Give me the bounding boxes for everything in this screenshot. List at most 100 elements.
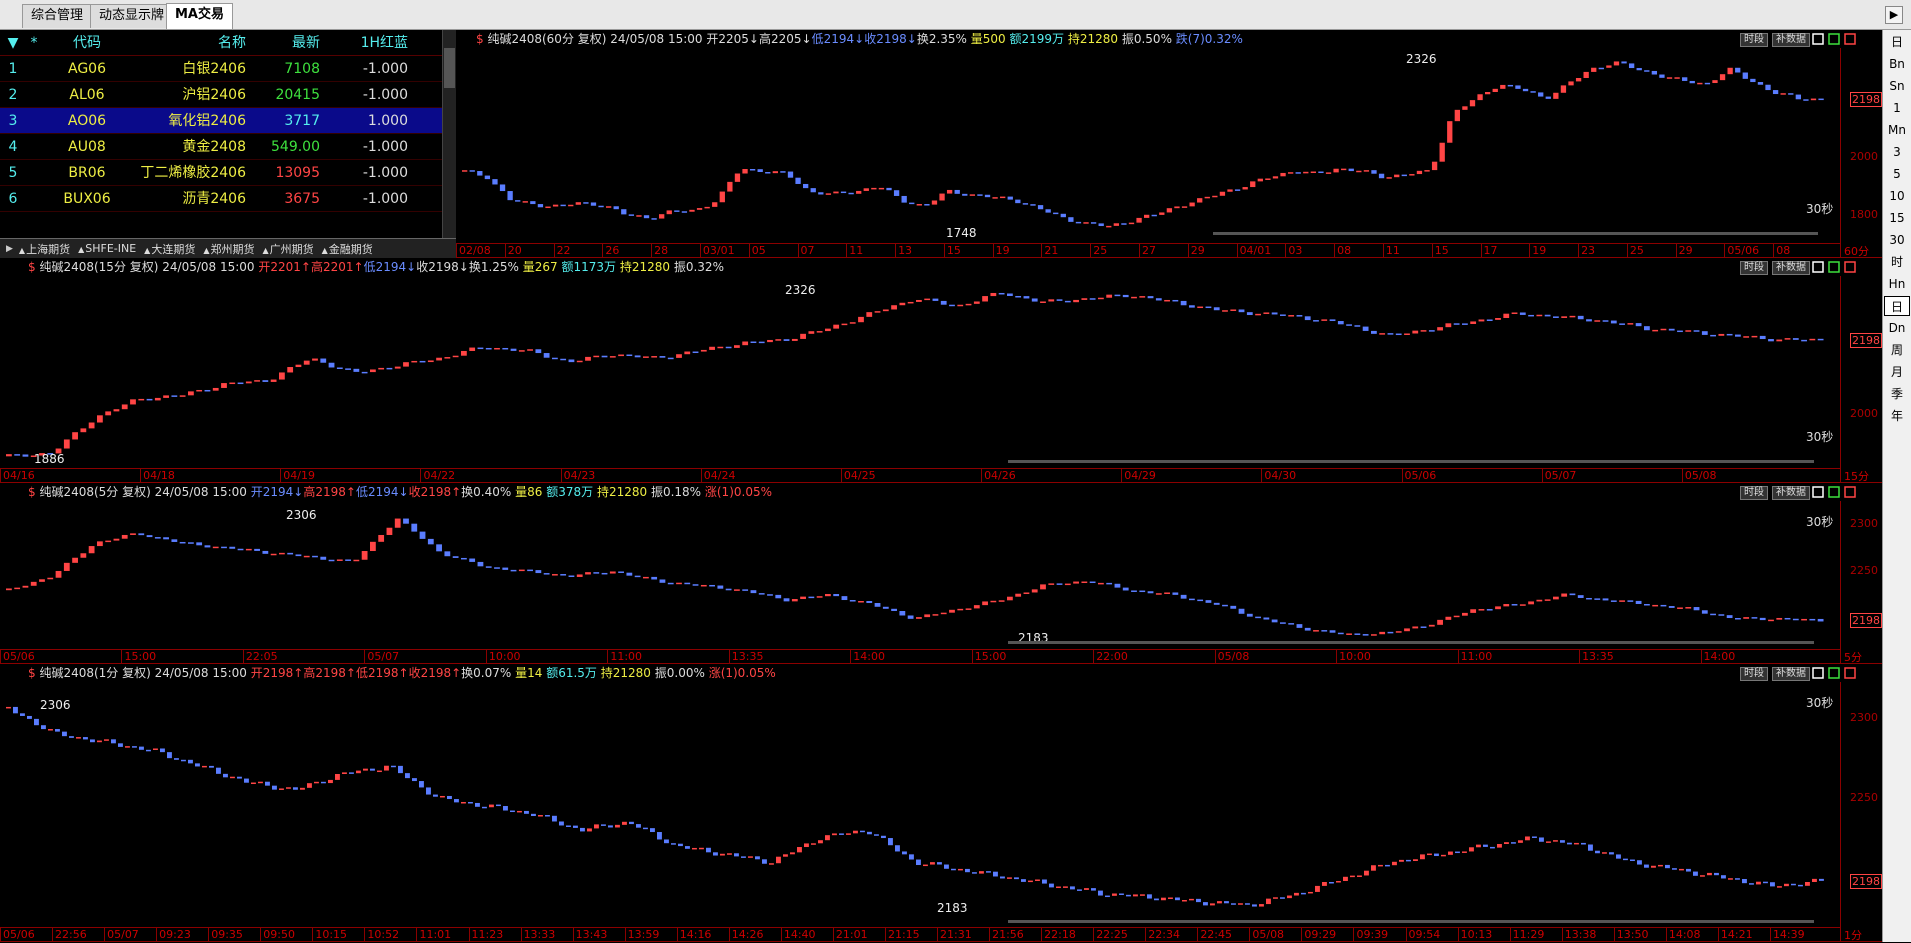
scroll-indicator[interactable] (1007, 460, 1814, 463)
table-row[interactable]: 5 BR06 丁二烯橡胶2406 13095 -1.000 (0, 160, 455, 186)
candlestick-chart[interactable] (456, 30, 1832, 258)
candle (1060, 213, 1066, 218)
candle (146, 749, 151, 752)
period-button-9[interactable]: 30 (1884, 230, 1910, 250)
candle (742, 169, 748, 174)
period-button-11[interactable]: Hn (1884, 274, 1910, 294)
candle (1203, 902, 1208, 906)
period-button-10[interactable]: 时 (1884, 252, 1910, 272)
header-latest[interactable]: 最新 (250, 30, 324, 55)
candle (295, 364, 302, 368)
candlestick-chart[interactable] (0, 664, 1832, 942)
candle (1280, 622, 1286, 624)
close-icon[interactable] (1844, 261, 1856, 273)
candle (345, 559, 351, 561)
quote-scrollbar[interactable] (442, 30, 456, 238)
period-button-6[interactable]: 5 (1884, 164, 1910, 184)
candlestick-chart[interactable] (0, 258, 1832, 483)
scroll-indicator[interactable] (1007, 641, 1814, 644)
candle (419, 781, 424, 788)
scroll-indicator[interactable] (1212, 232, 1819, 235)
period-button-17[interactable]: 年 (1884, 406, 1910, 426)
candle (965, 608, 972, 610)
header-name[interactable]: 名称 (132, 30, 250, 55)
time-tick: 22:56 (52, 928, 87, 942)
candle (1406, 859, 1411, 862)
kline-panel-1[interactable]: $ 纯碱2408(15分 复权) 24/05/08 15:00 开2201↑高2… (0, 258, 1882, 483)
row-code: AG06 (68, 61, 106, 77)
candle (891, 305, 897, 310)
market-tabs-arrow-icon[interactable]: ▶ (6, 244, 13, 254)
market-tab-4[interactable]: 广州期货 (262, 241, 314, 257)
header-code[interactable]: 代码 (42, 30, 132, 55)
period-button-12[interactable]: 日 (1884, 296, 1910, 316)
kline-panel-2[interactable]: $ 纯碱2408(5分 复权) 24/05/08 15:00 开2194↓高21… (0, 483, 1882, 664)
period-button-1[interactable]: Bn (1884, 54, 1910, 74)
candle (1378, 173, 1385, 179)
time-tick: 08 (1773, 244, 1790, 258)
period-button-2[interactable]: Sn (1884, 76, 1910, 96)
candle (1030, 204, 1036, 206)
candle (783, 854, 788, 857)
market-tab-1[interactable]: SHFE-INE (78, 242, 136, 255)
candle (1189, 202, 1195, 207)
candle (1296, 315, 1303, 317)
candle (1809, 338, 1816, 341)
period-button-7[interactable]: 10 (1884, 186, 1910, 206)
table-row[interactable]: 2 AL06 沪铝2406 20415 -1.000 (0, 82, 455, 108)
close-icon[interactable] (1844, 667, 1856, 679)
candle (1172, 592, 1179, 595)
candle (1245, 903, 1250, 905)
period-button-8[interactable]: 15 (1884, 208, 1910, 228)
candle (212, 546, 219, 549)
scroll-indicator[interactable] (1007, 920, 1814, 923)
tab-scroll-right-icon[interactable]: ▶ (1885, 6, 1903, 24)
period-button-5[interactable]: 3 (1884, 142, 1910, 162)
candle (840, 191, 847, 194)
period-button-3[interactable]: 1 (1884, 98, 1910, 118)
candle (700, 584, 707, 587)
period-button-0[interactable]: 日 (1884, 32, 1910, 52)
table-row[interactable]: 6 BUX06 沥青2406 3675 -1.000 (0, 186, 455, 212)
header-1h-indicator[interactable]: 1H红蓝 (324, 30, 416, 55)
market-tab-2[interactable]: 大连期货 (144, 241, 195, 257)
table-row[interactable]: 4 AU08 黄金2408 549.00 -1.000 (0, 134, 455, 160)
period-button-4[interactable]: Mn (1884, 120, 1910, 140)
header-star[interactable]: * (26, 30, 42, 55)
candle (6, 588, 12, 591)
candle (957, 608, 964, 611)
candle (1666, 77, 1673, 79)
market-tab-3[interactable]: 郑州期货 (203, 241, 254, 257)
table-row[interactable]: 3 AO06 氧化铝2406 3717 1.000 (0, 108, 455, 134)
candlestick-chart[interactable] (0, 483, 1832, 664)
table-row[interactable]: 1 AG06 白银2406 7108 -1.000 (0, 56, 455, 82)
candle (1462, 323, 1468, 325)
period-button-16[interactable]: 季 (1884, 384, 1910, 404)
candle (601, 824, 606, 826)
candle (1257, 178, 1263, 182)
candle (712, 202, 718, 207)
period-button-15[interactable]: 月 (1884, 362, 1910, 382)
sort-icon[interactable]: ▼ (0, 30, 26, 55)
candle (1077, 889, 1082, 891)
period-button-14[interactable]: 周 (1884, 340, 1910, 360)
close-icon[interactable] (1844, 33, 1856, 45)
market-tab-0[interactable]: 上海期货 (19, 241, 70, 257)
candle (1280, 314, 1286, 316)
candle (717, 585, 724, 589)
time-tick: 11 (1382, 244, 1400, 258)
candle (791, 338, 798, 341)
tab-ma-trading[interactable]: MA交易 (166, 3, 233, 29)
kline-panel-0[interactable]: $ 纯碱2408(60分 复权) 24/05/08 15:00 开2205↓高2… (456, 30, 1882, 258)
candle (1000, 876, 1005, 879)
close-icon[interactable] (1844, 486, 1856, 498)
kline-panel-3[interactable]: $ 纯碱2408(1分 复权) 24/05/08 15:00 开2198↑高21… (0, 664, 1882, 942)
candle (1045, 209, 1051, 213)
market-tab-5[interactable]: 金融期货 (322, 241, 373, 257)
period-button-13[interactable]: Dn (1884, 318, 1910, 338)
tab-general-management[interactable]: 综合管理 (22, 4, 93, 28)
tab-dynamic-board[interactable]: 动态显示牌 (90, 4, 174, 28)
candle (34, 718, 39, 726)
row-indicator: -1.000 (362, 61, 408, 77)
candle (940, 612, 947, 615)
